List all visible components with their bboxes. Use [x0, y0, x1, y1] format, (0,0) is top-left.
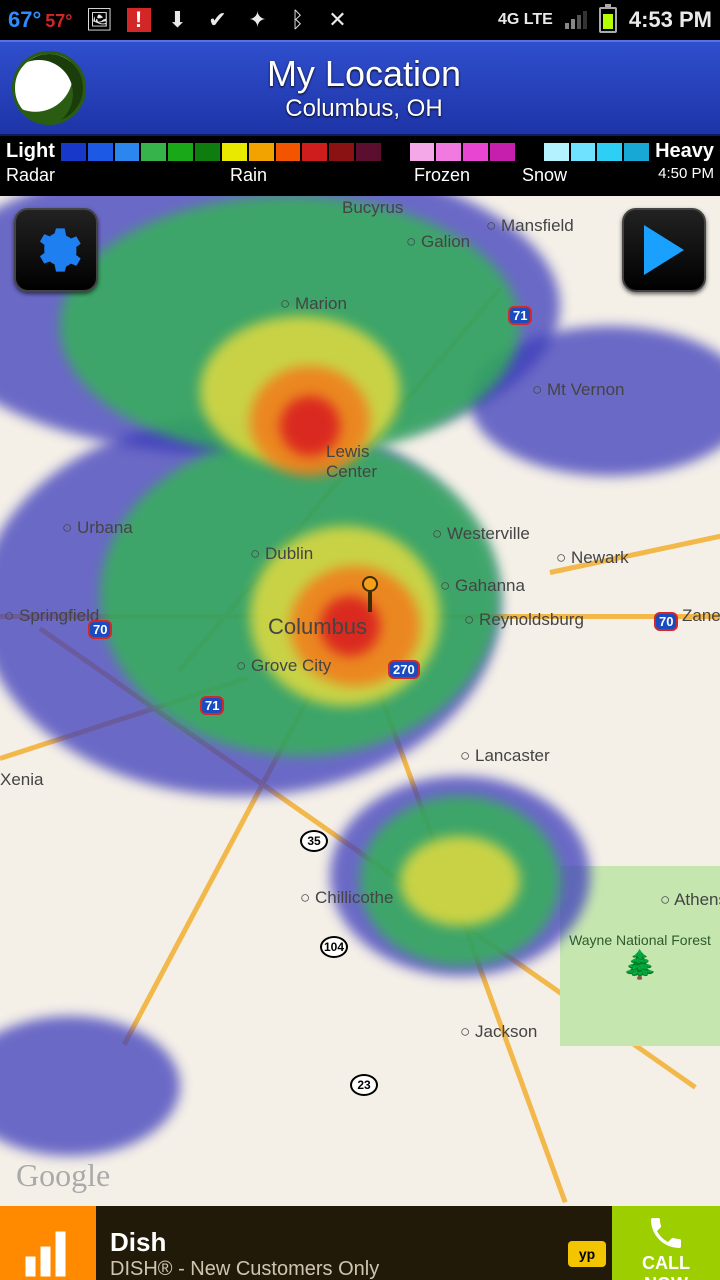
city-label: Marion [280, 294, 347, 314]
city-label: LewisCenter [326, 442, 377, 482]
android-status-bar: 67° 57° 🖼 ! ⬇ ✔ ✦ ᛒ ✕ 4G LTE 4:53 PM [0, 0, 720, 40]
share-icon: ✦ [245, 7, 271, 33]
city-label: Dublin [250, 544, 313, 564]
settings-button[interactable] [14, 208, 98, 292]
legend-light-label: Light [6, 140, 55, 163]
legend-snow-label: Snow [522, 165, 567, 186]
city-label: Mansfield [486, 216, 574, 236]
ad-thumbnail-icon [0, 1206, 96, 1280]
us-route-shield: 23 [350, 1074, 378, 1096]
ad-banner[interactable]: Dish DISH® - New Customers Only yp CALL … [0, 1206, 720, 1280]
network-label: 4G LTE [498, 11, 553, 29]
status-temp-lo: 57° [45, 11, 72, 32]
google-attribution: Google [16, 1157, 110, 1194]
us-route-shield: 35 [300, 830, 328, 852]
radar-map[interactable]: Wayne National Forest 🌲 BucyrusMansfield… [0, 196, 720, 1206]
city-label: Xenia [0, 770, 43, 790]
interstate-shield: 70 [654, 612, 678, 631]
city-label: Westerville [432, 524, 530, 544]
legend-heavy-label: Heavy [655, 140, 714, 163]
radar-legend: Light Heavy Radar Rain Frozen Snow 4:50 … [0, 136, 720, 196]
vibrate-icon: ✕ [325, 7, 351, 33]
page-title[interactable]: My Location [98, 53, 630, 95]
status-temp-hi: 67° [8, 7, 41, 33]
weatherbug-logo-icon[interactable] [12, 51, 86, 125]
city-label: Chillicothe [300, 888, 393, 908]
clock: 4:53 PM [629, 7, 712, 33]
play-icon [644, 225, 684, 275]
my-location-pin[interactable] [358, 576, 382, 616]
bluetooth-icon: ᛒ [285, 7, 311, 33]
download-icon: ⬇ [165, 7, 191, 33]
interstate-shield: 270 [388, 660, 420, 679]
app-header: My Location Columbus, OH [0, 40, 720, 136]
city-label: Reynoldsburg [464, 610, 584, 630]
city-label: Jackson [460, 1022, 537, 1042]
city-label: Mt Vernon [532, 380, 625, 400]
us-route-shield: 104 [320, 936, 348, 958]
legend-frozen-label: Frozen [414, 165, 470, 186]
city-label: Newark [556, 548, 629, 568]
phone-icon [646, 1213, 686, 1253]
city-label: Bucyrus [342, 198, 403, 218]
legend-rain-label: Rain [230, 165, 267, 186]
location-subtitle: Columbus, OH [98, 95, 630, 123]
gear-icon [30, 224, 82, 276]
city-label: Zane [682, 606, 720, 626]
battery-icon [599, 7, 617, 33]
city-label: Columbus [268, 614, 367, 640]
city-label: Urbana [62, 518, 133, 538]
play-animation-button[interactable] [622, 208, 706, 292]
city-label: Springfield [4, 606, 99, 626]
city-label: Galion [406, 232, 470, 252]
image-icon: 🖼 [87, 7, 113, 33]
yp-badge-icon: yp [568, 1241, 606, 1267]
interstate-shield: 70 [88, 620, 112, 639]
ad-title: Dish [110, 1227, 554, 1258]
interstate-shield: 71 [200, 696, 224, 715]
legend-timestamp: 4:50 PM [658, 165, 714, 186]
city-label: Lancaster [460, 746, 550, 766]
signal-icon [565, 11, 587, 29]
tree-icon: 🌲 [623, 948, 658, 981]
city-label: Grove City [236, 656, 331, 676]
interstate-shield: 71 [508, 306, 532, 325]
city-label: Gahanna [440, 576, 525, 596]
ad-subtitle: DISH® - New Customers Only [110, 1258, 554, 1280]
legend-swatches [61, 143, 649, 161]
city-label: Athens [660, 890, 720, 910]
call-now-button[interactable]: CALL NOW [612, 1206, 720, 1280]
status-temps: 67° 57° [8, 7, 73, 33]
alert-icon: ! [127, 8, 151, 32]
checkbox-icon: ✔ [205, 7, 231, 33]
